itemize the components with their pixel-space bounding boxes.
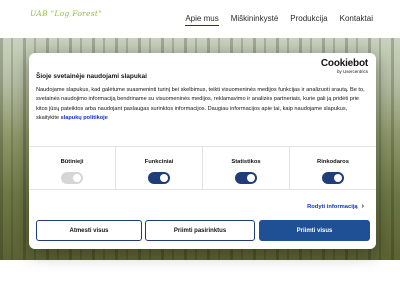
toggle-group-statistics: Statistikos (202, 147, 289, 189)
site-logo[interactable]: UAB "Log Forest" (30, 9, 102, 18)
toggle-group-necessary: Būtinieji (29, 147, 115, 189)
nav-item-produkcija[interactable]: Produkcija (290, 14, 327, 26)
page-content-area (0, 260, 400, 300)
toggle-knob (160, 174, 168, 182)
cookie-policy-link[interactable]: slapukų politikoje (61, 115, 108, 121)
allow-selection-button[interactable]: Priimti pasirinktus (145, 220, 255, 241)
cookie-dialog-title: Šioje svetainėje naudojami slapukai (36, 73, 147, 80)
toggle-knob (334, 174, 342, 182)
toggle-knob (73, 174, 81, 182)
toggle-label-statistics: Statistikos (231, 159, 261, 165)
nav-item-miskininkyste[interactable]: Miškininkystė (231, 14, 279, 26)
toggle-marketing[interactable] (322, 172, 344, 184)
allow-all-button[interactable]: Priimti visus (259, 220, 370, 241)
show-details-label: Rodyti informaciją (307, 204, 358, 210)
toggle-label-necessary: Būtinieji (60, 159, 84, 165)
main-nav: Apie mus Miškininkystė Produkcija Kontak… (185, 14, 373, 26)
toggle-group-marketing: Rinkodaros (289, 147, 376, 189)
deny-all-button[interactable]: Atmesti visus (36, 220, 142, 241)
toggle-label-marketing: Rinkodaros (317, 159, 349, 165)
cookiebot-logo[interactable]: Cookiebot by Usercentrics (320, 58, 368, 75)
cookie-dialog-body: Naudojame slapukus, kad galėtume suasmen… (36, 86, 370, 124)
chevron-right-icon: › (361, 203, 364, 210)
toggle-statistics[interactable] (235, 172, 257, 184)
toggle-knob (247, 174, 255, 182)
toggle-group-functional: Funkciniai (115, 147, 202, 189)
cookie-category-toggles: Būtinieji Funkciniai Statistikos Rinkoda… (29, 146, 376, 190)
cookiebot-logo-subtext: by Usercentrics (336, 69, 368, 74)
toggle-label-functional: Funkciniai (144, 159, 174, 165)
site-header: UAB "Log Forest" Apie mus Miškininkystė … (0, 0, 400, 38)
nav-item-kontaktai[interactable]: Kontaktai (340, 14, 373, 26)
nav-item-apie-mus[interactable]: Apie mus (185, 14, 220, 26)
cookie-consent-dialog: Cookiebot by Usercentrics Šioje svetainė… (29, 53, 376, 249)
toggle-functional[interactable] (148, 172, 170, 184)
cookiebot-logo-text: Cookiebot (320, 58, 368, 69)
toggle-necessary (61, 172, 83, 184)
show-details-link[interactable]: Rodyti informaciją › (307, 203, 364, 210)
